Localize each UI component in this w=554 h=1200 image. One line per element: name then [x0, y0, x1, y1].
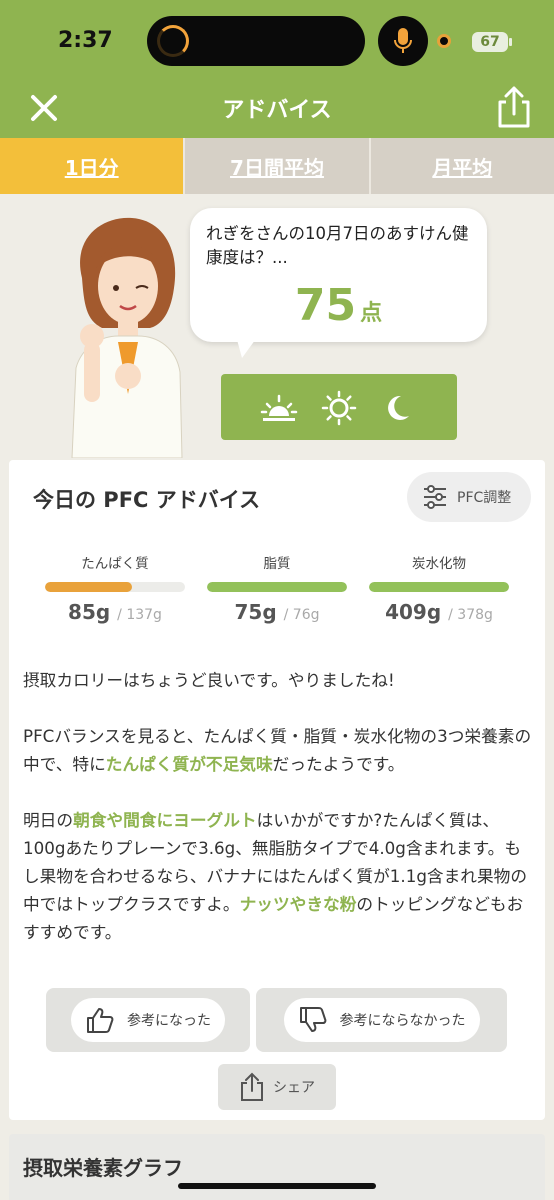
- nutrient-bar-fill: [45, 582, 132, 592]
- sun-icon: [321, 390, 357, 426]
- nutrient-label: 炭水化物: [412, 556, 466, 572]
- period-tabs: 1日分 7日間平均 月平均: [0, 138, 554, 194]
- meal-icons-panel[interactable]: [221, 374, 457, 440]
- nutrient-bar-fill: [207, 582, 347, 592]
- share-label: シェア: [273, 1080, 315, 1096]
- health-score-message: れぎをさんの10月7日のあすけん健康度は？...: [206, 224, 469, 267]
- bubble-tail: [236, 336, 258, 358]
- health-score-value: 75: [294, 280, 357, 331]
- nutrient-graph-title: 摂取栄養素グラフ: [23, 1156, 183, 1180]
- home-indicator[interactable]: [178, 1183, 376, 1189]
- share-button[interactable]: [494, 84, 534, 130]
- nutrient-label: 脂質: [263, 556, 291, 572]
- advice-highlight: ナッツやきな粉: [239, 894, 357, 914]
- page-title: アドバイス: [222, 98, 332, 123]
- not-helpful-feedback-area: 参考にならなかった: [256, 988, 507, 1052]
- tab-7day-average[interactable]: 7日間平均: [183, 138, 368, 194]
- health-score: 75 点: [190, 280, 487, 331]
- nav-bar: アドバイス: [0, 82, 554, 138]
- pfc-advice-card: 今日の PFC アドバイス PFC調整 たんぱく質 85g / 137g 脂質 …: [9, 460, 545, 1120]
- pfc-adjust-button[interactable]: PFC調整: [407, 472, 531, 522]
- thumbs-down-icon: [299, 1007, 326, 1032]
- pfc-advice-title: 今日の PFC アドバイス: [33, 488, 261, 512]
- nutrient-fat: 脂質 75g / 76g: [207, 552, 347, 624]
- battery-icon: 67: [472, 32, 512, 52]
- nutrient-graph-section: 摂取栄養素グラフ: [9, 1134, 545, 1200]
- nutrient-progress-bar: [207, 582, 347, 592]
- nutrient-value: 409g: [385, 600, 442, 624]
- sliders-icon: [424, 485, 446, 509]
- helpful-label: 参考になった: [127, 1013, 211, 1029]
- advice-paragraph: 摂取カロリーはちょうど良いです。やりましたね!: [23, 670, 395, 690]
- advice-paragraph: 明日の朝食や間食にヨーグルトはいかがですか?たんぱく質は、100gあたりプレーン…: [23, 810, 528, 942]
- nutrient-value: 85g: [68, 600, 111, 624]
- nutrient-progress-bar: [45, 582, 185, 592]
- thumbs-up-icon: [87, 1008, 114, 1033]
- nutrient-bar-fill: [369, 582, 509, 592]
- share-icon: [241, 1072, 263, 1101]
- advice-text: 摂取カロリーはちょうど良いです。やりましたね! PFCバランスを見ると、たんぱく…: [23, 666, 535, 974]
- tab-1day[interactable]: 1日分: [0, 138, 184, 194]
- tab-monthly-average[interactable]: 月平均: [368, 138, 554, 194]
- nutrient-target: / 378g: [448, 607, 493, 623]
- nutrient-value: 75g: [234, 600, 277, 624]
- helpful-button[interactable]: 参考になった: [71, 998, 225, 1042]
- advice-highlight: たんぱく質が不足気味: [105, 754, 273, 774]
- microphone-icon: [378, 16, 428, 66]
- nutrient-label: たんぱく質: [81, 556, 149, 572]
- not-helpful-button[interactable]: 参考にならなかった: [283, 998, 480, 1042]
- share-icon: [498, 86, 530, 128]
- advice-paragraph: PFCバランスを見ると、たんぱく質・脂質・炭水化物の3つ栄養素の中で、特にたんぱ…: [23, 726, 532, 774]
- advisor-character-illustration: [62, 208, 192, 459]
- health-score-bubble: れぎをさんの10月7日のあすけん健康度は？... 75 点: [190, 208, 487, 342]
- pfc-adjust-label: PFC調整: [457, 490, 512, 506]
- nutrient-protein: たんぱく質 85g / 137g: [45, 552, 185, 624]
- moon-icon: [388, 395, 409, 420]
- share-advice-button[interactable]: シェア: [218, 1064, 336, 1110]
- nutrient-target: / 76g: [283, 607, 320, 623]
- helpful-feedback-area: 参考になった: [46, 988, 250, 1052]
- recording-dot-icon: [437, 34, 451, 48]
- nutrient-target: / 137g: [117, 607, 162, 623]
- timer-ring-icon: [157, 25, 189, 57]
- sunrise-icon: [260, 394, 298, 421]
- health-score-unit: 点: [360, 301, 383, 326]
- nutrient-progress-bar: [369, 582, 509, 592]
- not-helpful-label: 参考にならなかった: [339, 1013, 466, 1029]
- status-time: 2:37: [58, 28, 113, 53]
- status-bar: 2:37 67: [0, 0, 554, 82]
- nutrient-carbohydrate: 炭水化物 409g / 378g: [369, 552, 509, 624]
- dynamic-island: [147, 16, 365, 66]
- advice-highlight: 朝食や間食にヨーグルト: [73, 810, 257, 830]
